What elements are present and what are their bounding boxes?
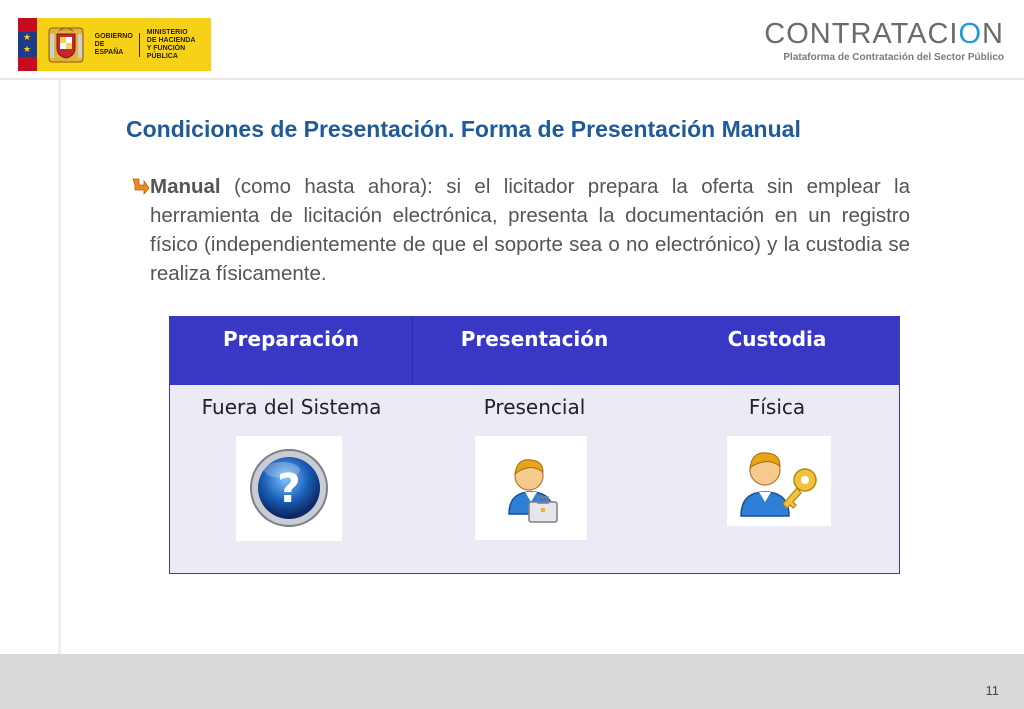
header-custodia: Custodia — [727, 327, 827, 351]
footer-bar: 11 — [0, 654, 1024, 709]
power-icon: O — [958, 18, 983, 50]
government-label: GOBIERNO DE ESPAÑA — [95, 32, 140, 57]
question-icon: ? — [236, 436, 342, 541]
page-number: 11 — [985, 683, 1000, 698]
header-divider — [0, 78, 1024, 80]
arrow-bullet-icon — [132, 178, 150, 196]
bullet-text: Manual (como hasta ahora): si el licitad… — [150, 172, 910, 288]
cell-preparacion: Fuera del Sistema — [201, 395, 382, 419]
cell-custodia: Física — [748, 395, 806, 419]
bullet-lead: Manual — [150, 175, 221, 198]
brand-wordmark: CONTRATACION — [764, 18, 1004, 50]
flag-stripe: ★ ★ — [18, 18, 37, 71]
header-presentacion: Presentación — [460, 327, 609, 351]
presentation-table: Preparación Presentación Custodia Fuera … — [169, 316, 900, 574]
bullet-body: (como hasta ahora): si el licitador prep… — [150, 175, 910, 285]
user-briefcase-icon — [475, 436, 587, 540]
ministry-label: MINISTERIO DE HACIENDA Y FUNCIÓN PÚBLICA — [146, 28, 196, 60]
brand-subtitle: Plataforma de Contratación del Sector Pú… — [783, 52, 1004, 63]
table-header-row: Preparación Presentación Custodia — [170, 317, 899, 385]
left-margin-rule — [58, 80, 61, 654]
government-logo: ★ ★ GOBIERNO DE ESPAÑA MINISTERIO DE HAC… — [18, 18, 211, 71]
user-key-icon — [727, 436, 831, 526]
bullet-paragraph: Manual (como hasta ahora): si el licitad… — [130, 172, 910, 288]
header-preparacion: Preparación — [170, 317, 413, 385]
coat-of-arms-icon — [37, 18, 95, 71]
table-row: Fuera del Sistema Presencial Física — [170, 385, 899, 419]
slide-title: Condiciones de Presentación. Forma de Pr… — [126, 116, 801, 142]
contratacion-logo: CONTRATACION Plataforma de Contratación … — [764, 18, 1004, 63]
cell-presentacion: Presencial — [483, 395, 586, 419]
